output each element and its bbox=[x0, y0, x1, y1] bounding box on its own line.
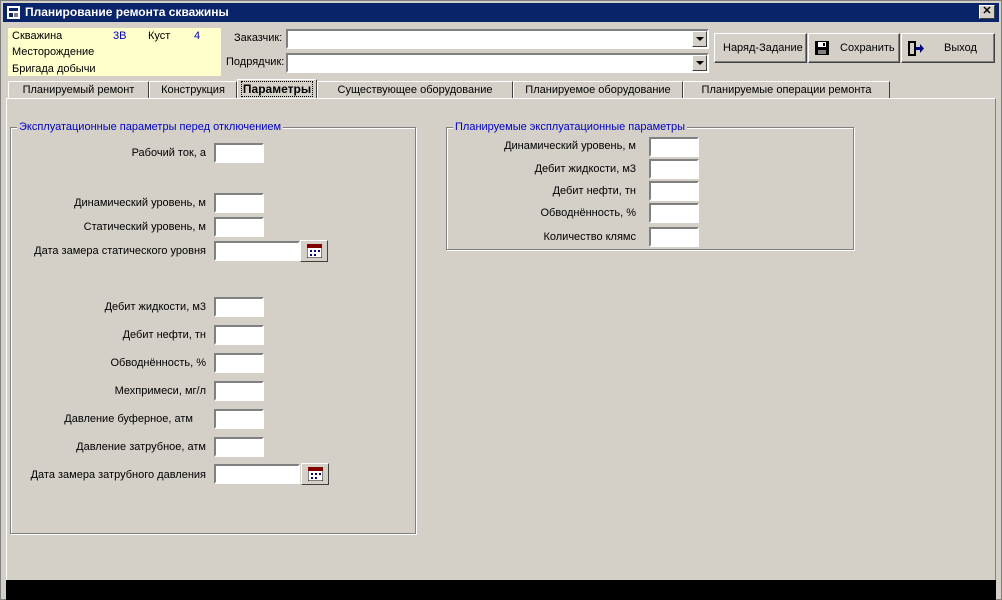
bottom-bar bbox=[6, 580, 996, 600]
customer-combo[interactable] bbox=[286, 29, 709, 49]
static-date-calendar-button[interactable] bbox=[300, 240, 328, 262]
well-label: Скважина bbox=[12, 30, 63, 42]
tab-existing-equipment[interactable]: Существующее оборудование bbox=[317, 81, 513, 98]
group-title: Планируемые эксплуатационные параметры bbox=[453, 121, 687, 133]
tab-strip: Планируемый ремонт Конструкция Параметры… bbox=[6, 79, 996, 99]
planned-oil-rate-input[interactable] bbox=[649, 181, 699, 201]
field-label: Обводнённость, % bbox=[110, 357, 207, 369]
close-button[interactable]: ✕ bbox=[979, 5, 995, 19]
field-label: Динамический уровень, м bbox=[74, 197, 206, 209]
planned-liquid-rate-input[interactable] bbox=[649, 159, 699, 179]
close-icon: ✕ bbox=[982, 5, 992, 17]
window-title: Планирование ремонта скважины bbox=[25, 5, 229, 19]
field-label: Давление затрубное, атм bbox=[76, 441, 206, 453]
field-label: Дебит нефти, тн bbox=[122, 329, 206, 341]
save-button[interactable]: Сохранить bbox=[808, 33, 900, 63]
field-label: Давление буферное, атм bbox=[64, 413, 193, 425]
field-label: Дата замера статического уровня bbox=[34, 245, 206, 257]
order-button[interactable]: Наряд-Задание bbox=[714, 33, 807, 63]
work-current-input[interactable] bbox=[214, 143, 264, 163]
exit-button-label: Выход bbox=[944, 42, 977, 54]
impurities-input[interactable] bbox=[214, 381, 264, 401]
buffer-pressure-input[interactable] bbox=[214, 409, 264, 429]
annulus-date-calendar-button[interactable] bbox=[301, 463, 329, 485]
cluster-value: 4 bbox=[194, 30, 201, 42]
field-label: Дата замера затрубного давления bbox=[30, 469, 206, 481]
crew-label: Бригада добычи bbox=[12, 63, 96, 75]
annulus-pressure-date-input[interactable] bbox=[214, 464, 300, 484]
field-label: Мехпримеси, мг/л bbox=[114, 385, 206, 397]
field-label: Статический уровень, м bbox=[83, 221, 206, 233]
field-label: Месторождение bbox=[12, 46, 95, 58]
field-label: Обводнённость, % bbox=[540, 207, 637, 219]
field-label: Дебит нефти, тн bbox=[552, 185, 636, 197]
field-label: Рабочий ток, а bbox=[131, 147, 206, 159]
tab-construction[interactable]: Конструкция bbox=[149, 81, 237, 98]
dynamic-level-input[interactable] bbox=[214, 193, 264, 213]
group-title: Эксплуатационные параметры перед отключе… bbox=[17, 121, 284, 133]
calendar-icon bbox=[308, 467, 323, 481]
tab-parameters[interactable]: Параметры bbox=[237, 79, 317, 99]
well-value: 3В bbox=[113, 30, 127, 42]
liquid-rate-input[interactable] bbox=[214, 297, 264, 317]
pre-shutdown-params-group: Эксплуатационные параметры перед отключе… bbox=[10, 121, 416, 534]
cluster-label: Куст bbox=[148, 30, 171, 42]
tab-planned-repair[interactable]: Планируемый ремонт bbox=[8, 81, 149, 98]
field-label: Дебит жидкости, м3 bbox=[104, 301, 206, 313]
field-label: Динамический уровень, м bbox=[504, 140, 636, 152]
field-label: Количество клямс bbox=[543, 231, 636, 243]
static-level-input[interactable] bbox=[214, 217, 264, 237]
main-window: Планирование ремонта скважины ✕ Скважина… bbox=[0, 0, 1002, 600]
clamps-count-input[interactable] bbox=[649, 227, 699, 247]
annulus-pressure-input[interactable] bbox=[214, 437, 264, 457]
contractor-combo[interactable] bbox=[286, 53, 709, 73]
static-level-date-input[interactable] bbox=[214, 241, 300, 261]
chevron-down-icon[interactable] bbox=[692, 55, 707, 71]
parameters-panel: Эксплуатационные параметры перед отключе… bbox=[6, 98, 996, 580]
exit-door-icon bbox=[908, 41, 924, 56]
floppy-disk-icon bbox=[815, 41, 829, 55]
order-button-label: Наряд-Задание bbox=[723, 42, 803, 54]
save-button-label: Сохранить bbox=[840, 42, 895, 54]
well-info-panel: Скважина 3В Куст 4 Месторождение Бригада… bbox=[8, 28, 221, 76]
exit-button[interactable]: Выход bbox=[901, 33, 995, 63]
tab-planned-operations[interactable]: Планируемые операции ремонта bbox=[683, 81, 890, 98]
chevron-down-icon[interactable] bbox=[692, 31, 707, 47]
customer-label: Заказчик: bbox=[234, 32, 283, 44]
tab-planned-equipment[interactable]: Планируемое оборудование bbox=[513, 81, 683, 98]
planned-dynamic-level-input[interactable] bbox=[649, 137, 699, 157]
planned-water-cut-input[interactable] bbox=[649, 203, 699, 223]
water-cut-input[interactable] bbox=[214, 353, 264, 373]
calendar-icon bbox=[307, 244, 322, 258]
field-label: Дебит жидкости, м3 bbox=[534, 163, 636, 175]
contractor-label: Подрядчик: bbox=[226, 56, 285, 68]
planned-params-group: Планируемые эксплуатационные параметры Д… bbox=[446, 121, 854, 250]
app-icon bbox=[7, 6, 20, 19]
title-bar: Планирование ремонта скважины ✕ bbox=[3, 3, 999, 22]
oil-rate-input[interactable] bbox=[214, 325, 264, 345]
